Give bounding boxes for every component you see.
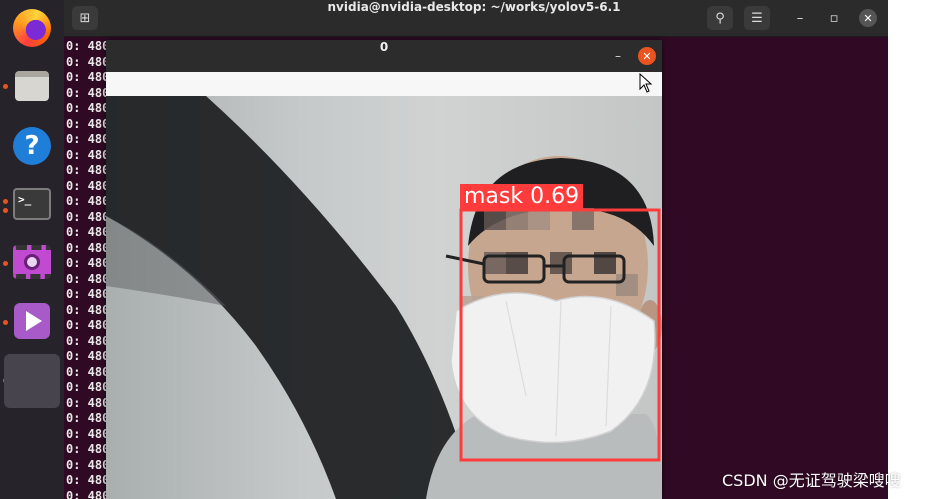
mouse-cursor-icon [639,73,653,93]
minimize-icon: – [796,10,804,26]
foreground-shadow [106,96,476,499]
files-icon [15,71,49,101]
camera-frame: mask 0.69 [106,96,662,499]
minimize-button[interactable]: – [787,6,813,30]
opencv-window: 0 – ✕ mask 0.69 [106,40,662,499]
opencv-close-button[interactable]: ✕ [638,47,656,65]
terminal-header: ⊞ nvidia@nvidia-desktop: ~/works/yolov5-… [64,0,888,37]
close-button[interactable]: ✕ [855,6,881,30]
dock-item-firefox[interactable] [8,4,56,52]
watermark: CSDN @无证驾驶梁嗖嗖 [722,471,901,490]
terminal-title: nvidia@nvidia-desktop: ~/works/yolov5-6.… [327,0,621,14]
dock-item-help[interactable]: ? [8,122,56,170]
search-button[interactable]: ⚲ [707,6,733,30]
n95-mask [450,292,656,444]
dock-item-video[interactable] [8,238,56,286]
media-player-icon [14,303,50,339]
page-margin [888,0,950,499]
opencv-toolbar [106,72,662,97]
maximize-icon: ▫ [829,10,839,26]
terminal-icon: >_ [13,188,51,220]
menu-button[interactable]: ☰ [744,6,770,30]
dock-item-files[interactable] [8,62,56,110]
dock-item-active-window[interactable] [4,354,60,408]
maximize-button[interactable]: ▫ [821,6,847,30]
close-icon: ✕ [642,49,652,63]
firefox-icon [13,9,51,47]
dock-item-media-player[interactable] [8,297,56,345]
hamburger-menu-icon: ☰ [751,10,763,26]
opencv-window-header: 0 – ✕ [106,40,662,72]
camera-scene [106,96,662,499]
video-icon [13,245,51,279]
close-icon: ✕ [859,9,877,27]
help-icon: ? [13,127,51,165]
search-icon: ⚲ [715,10,725,26]
dock: ? >_ [0,0,64,499]
dock-item-terminal[interactable]: >_ [8,180,56,228]
detection-label: mask 0.69 [460,184,584,210]
opencv-window-title: 0 [379,40,389,54]
opencv-minimize-button[interactable]: – [610,48,626,64]
new-tab-button[interactable]: ⊞ [72,6,98,30]
